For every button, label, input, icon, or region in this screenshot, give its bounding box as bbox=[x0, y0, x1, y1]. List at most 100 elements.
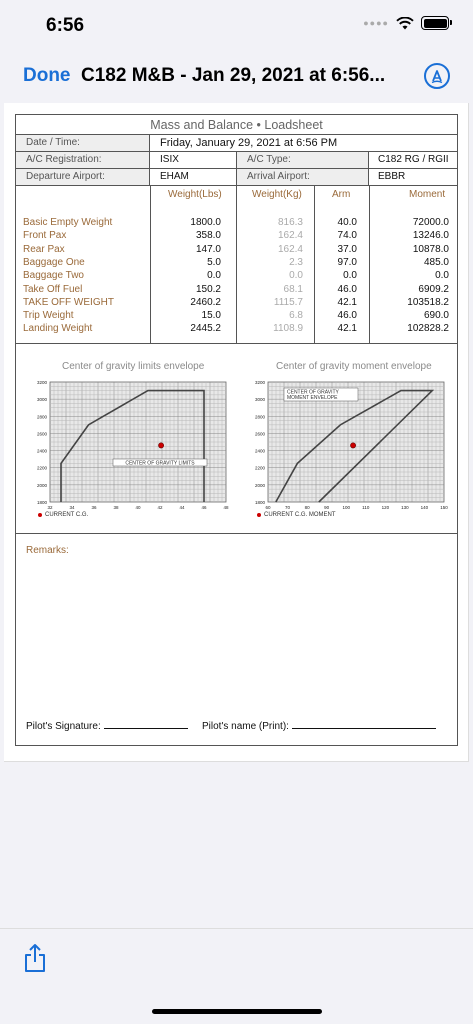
row-moment: 690.0 bbox=[423, 310, 449, 322]
row-arm: 37.0 bbox=[337, 243, 357, 255]
x-tick-label: 46 bbox=[201, 505, 207, 510]
x-tick-label: 130 bbox=[401, 505, 409, 510]
registration-value: ISIX bbox=[160, 154, 179, 165]
row-arm: 97.0 bbox=[337, 256, 357, 268]
x-tick-label: 36 bbox=[91, 505, 97, 510]
date-value: Friday, January 29, 2021 at 6:56 PM bbox=[160, 137, 338, 149]
row-name: Trip Weight bbox=[23, 310, 74, 322]
y-tick-label: 2000 bbox=[37, 483, 48, 488]
signature-label: Pilot's Signature: bbox=[26, 721, 101, 732]
document-page[interactable]: Mass and Balance • Loadsheet Date / Time… bbox=[4, 103, 469, 762]
x-tick-label: 150 bbox=[440, 505, 448, 510]
row-weight-lbs: 5.0 bbox=[207, 256, 221, 268]
signal-icon: ●●●● bbox=[363, 18, 389, 28]
done-button[interactable]: Done bbox=[23, 65, 71, 87]
y-tick-label: 2200 bbox=[255, 466, 266, 471]
wifi-icon bbox=[396, 16, 414, 29]
row-weight-kg: 816.3 bbox=[277, 217, 303, 228]
cg-moment-legend: CURRENT C.G. MOMENT bbox=[257, 512, 336, 518]
row-name: Basic Empty Weight bbox=[23, 217, 113, 228]
home-indicator bbox=[152, 1009, 322, 1014]
departure-value: EHAM bbox=[160, 171, 189, 182]
markup-icon bbox=[431, 70, 443, 84]
x-tick-label: 32 bbox=[47, 505, 53, 510]
current-moment-marker bbox=[257, 513, 261, 517]
moment-header: Moment bbox=[409, 189, 446, 200]
cg-moment-chart: 3200 3000 2800 2600 2400 2200 2000 180060 70 80 90… bbox=[255, 380, 448, 510]
row-name: Baggage Two bbox=[23, 270, 84, 282]
envelope-annotation: CENTER OF GRAVITY LIMITS bbox=[112, 458, 208, 467]
x-tick-label: 48 bbox=[223, 505, 229, 510]
x-tick-label: 120 bbox=[382, 505, 390, 510]
y-tick-label: 1800 bbox=[37, 500, 48, 505]
signature-line bbox=[103, 728, 188, 729]
row-moment: 6909.2 bbox=[418, 283, 449, 295]
arrival-label: Arrival Airport: bbox=[236, 169, 369, 185]
weight-row: TAKE OFF WEIGHT 2460.2 1115.7 42.1 103518.2 bbox=[16, 296, 457, 309]
row-weight-lbs: 147.0 bbox=[195, 243, 221, 255]
row-name: Front Pax bbox=[23, 230, 67, 242]
row-weight-lbs: 0.0 bbox=[207, 270, 221, 282]
arm-header: Arm bbox=[332, 189, 351, 200]
status-time: 6:56 bbox=[46, 15, 85, 36]
date-label: Date / Time: bbox=[16, 135, 150, 151]
weight-row: Landing Weight 2445.2 1108.9 42.1 102828.2 bbox=[16, 322, 457, 335]
x-tick-label: 90 bbox=[324, 505, 330, 510]
row-name: Baggage One bbox=[23, 256, 85, 268]
svg-text:MOMENT ENVELOPE: MOMENT ENVELOPE bbox=[287, 395, 338, 401]
departure-label: Departure Airport: bbox=[16, 169, 150, 185]
arrival-value: EBBR bbox=[378, 171, 406, 182]
row-moment: 72000.0 bbox=[412, 217, 449, 228]
y-tick-label: 2400 bbox=[37, 449, 48, 454]
current-cg-marker bbox=[38, 513, 42, 517]
weight-kg-header: Weight(Kg) bbox=[252, 189, 302, 200]
cg-limits-chart: 3200 3000 2800 2600 2400 2200 2000 180032 34 36 38… bbox=[37, 380, 229, 510]
x-tick-label: 60 bbox=[265, 505, 271, 510]
y-tick-label: 3200 bbox=[255, 380, 266, 385]
row-moment: 102828.2 bbox=[407, 323, 449, 335]
row-weight-lbs: 15.0 bbox=[201, 310, 221, 322]
nav-bar: Done C182 M&B - Jan 29, 2021 at 6:56... bbox=[0, 52, 473, 100]
row-moment: 485.0 bbox=[423, 256, 449, 268]
row-arm: 46.0 bbox=[337, 310, 357, 322]
weight-row: Basic Empty Weight 1800.0 816.3 40.0 72000.0 bbox=[16, 216, 457, 229]
row-moment: 0.0 bbox=[435, 270, 449, 282]
y-tick-label: 1800 bbox=[255, 500, 266, 505]
row-weight-lbs: 150.2 bbox=[195, 283, 221, 295]
share-button[interactable] bbox=[22, 943, 50, 975]
y-tick-label: 2800 bbox=[37, 414, 48, 419]
markup-button[interactable] bbox=[424, 63, 450, 89]
x-tick-label: 38 bbox=[113, 505, 119, 510]
row-moment: 13246.0 bbox=[412, 230, 449, 242]
x-tick-label: 70 bbox=[285, 505, 291, 510]
y-tick-label: 2200 bbox=[37, 466, 48, 471]
share-icon bbox=[25, 944, 45, 972]
date-row: Date / Time: Friday, January 29, 2021 at… bbox=[16, 135, 457, 152]
x-tick-label: 42 bbox=[157, 505, 163, 510]
row-weight-kg: 162.4 bbox=[277, 243, 303, 255]
row-arm: 0.0 bbox=[343, 270, 357, 282]
row-weight-kg: 0.0 bbox=[289, 270, 303, 282]
weight-row: Baggage Two 0.0 0.0 0.0 0.0 bbox=[16, 269, 457, 282]
y-tick-label: 2600 bbox=[255, 431, 266, 436]
y-tick-label: 3000 bbox=[37, 397, 48, 402]
row-weight-kg: 1115.7 bbox=[273, 296, 303, 308]
remarks-label: Remarks: bbox=[26, 545, 69, 556]
pilot-signature-field: Pilot's Signature: bbox=[26, 721, 188, 732]
x-tick-label: 110 bbox=[362, 505, 370, 510]
x-tick-label: 40 bbox=[135, 505, 141, 510]
registration-label: A/C Registration: bbox=[16, 152, 150, 168]
y-tick-label: 2800 bbox=[255, 414, 266, 419]
x-tick-label: 80 bbox=[305, 505, 311, 510]
weight-row: Baggage One 5.0 2.3 97.0 485.0 bbox=[16, 256, 457, 269]
weight-row: Take Off Fuel 150.2 68.1 46.0 6909.2 bbox=[16, 283, 457, 296]
x-tick-label: 100 bbox=[342, 505, 350, 510]
weight-row: Trip Weight 15.0 6.8 46.0 690.0 bbox=[16, 309, 457, 322]
row-name: TAKE OFF WEIGHT bbox=[23, 296, 114, 308]
row-arm: 46.0 bbox=[337, 283, 357, 295]
registration-row: A/C Registration: ISIX A/C Type: C182 RG… bbox=[16, 152, 457, 169]
row-weight-kg: 68.1 bbox=[283, 283, 303, 295]
y-tick-label: 2400 bbox=[255, 449, 266, 454]
row-weight-lbs: 358.0 bbox=[195, 230, 221, 242]
document-title: C182 M&B - Jan 29, 2021 at 6:56... bbox=[81, 65, 386, 86]
